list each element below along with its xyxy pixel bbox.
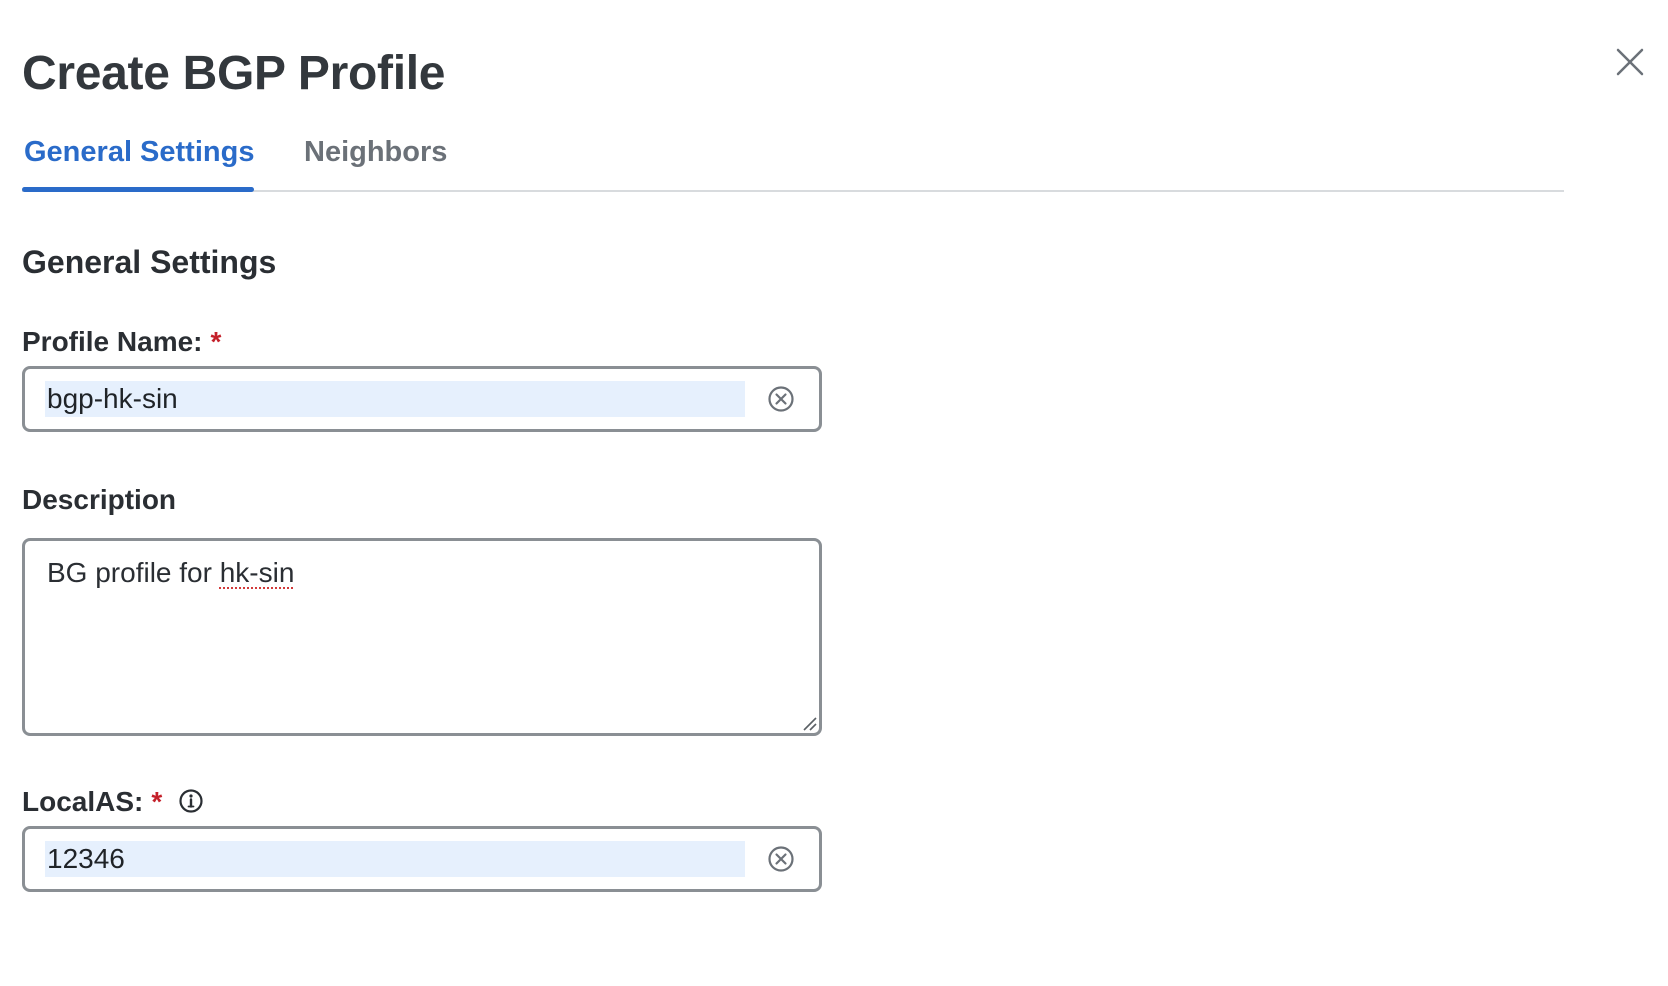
profile-name-label-text: Profile Name:	[22, 326, 203, 357]
required-mark: *	[210, 326, 222, 357]
active-tab-indicator	[22, 187, 254, 192]
dialog-title: Create BGP Profile	[22, 47, 446, 100]
description-label: Description	[22, 484, 177, 515]
info-icon[interactable]	[178, 788, 204, 814]
description-textarea[interactable]: BG profile for hk-sin	[47, 555, 294, 591]
profile-name-label: Profile Name: *	[22, 326, 221, 358]
tab-neighbors[interactable]: Neighbors	[304, 136, 447, 169]
tab-bar: General Settings Neighbors	[22, 128, 1564, 192]
tab-general-settings[interactable]: General Settings	[24, 136, 254, 169]
profile-name-field[interactable]: bgp-hk-sin	[22, 366, 822, 432]
required-mark: *	[151, 786, 163, 817]
section-heading: General Settings	[22, 244, 277, 280]
local-as-label-text: LocalAS:	[22, 786, 144, 817]
description-text: BG profile for	[47, 557, 220, 588]
close-icon	[1616, 48, 1644, 76]
create-bgp-profile-dialog: Create BGP Profile General Settings Neig…	[0, 0, 1668, 986]
misspelled-word: hk-sin	[219, 557, 295, 588]
close-button[interactable]	[1612, 44, 1648, 80]
profile-name-input[interactable]: bgp-hk-sin	[45, 381, 745, 417]
resize-handle-icon[interactable]	[801, 715, 817, 731]
local-as-label: LocalAS: *	[22, 786, 204, 818]
local-as-input[interactable]: 12346	[45, 841, 745, 877]
local-as-field[interactable]: 12346	[22, 826, 822, 892]
clear-circle-icon[interactable]	[767, 845, 795, 873]
description-field[interactable]: BG profile for hk-sin	[22, 538, 822, 736]
clear-circle-icon[interactable]	[767, 385, 795, 413]
